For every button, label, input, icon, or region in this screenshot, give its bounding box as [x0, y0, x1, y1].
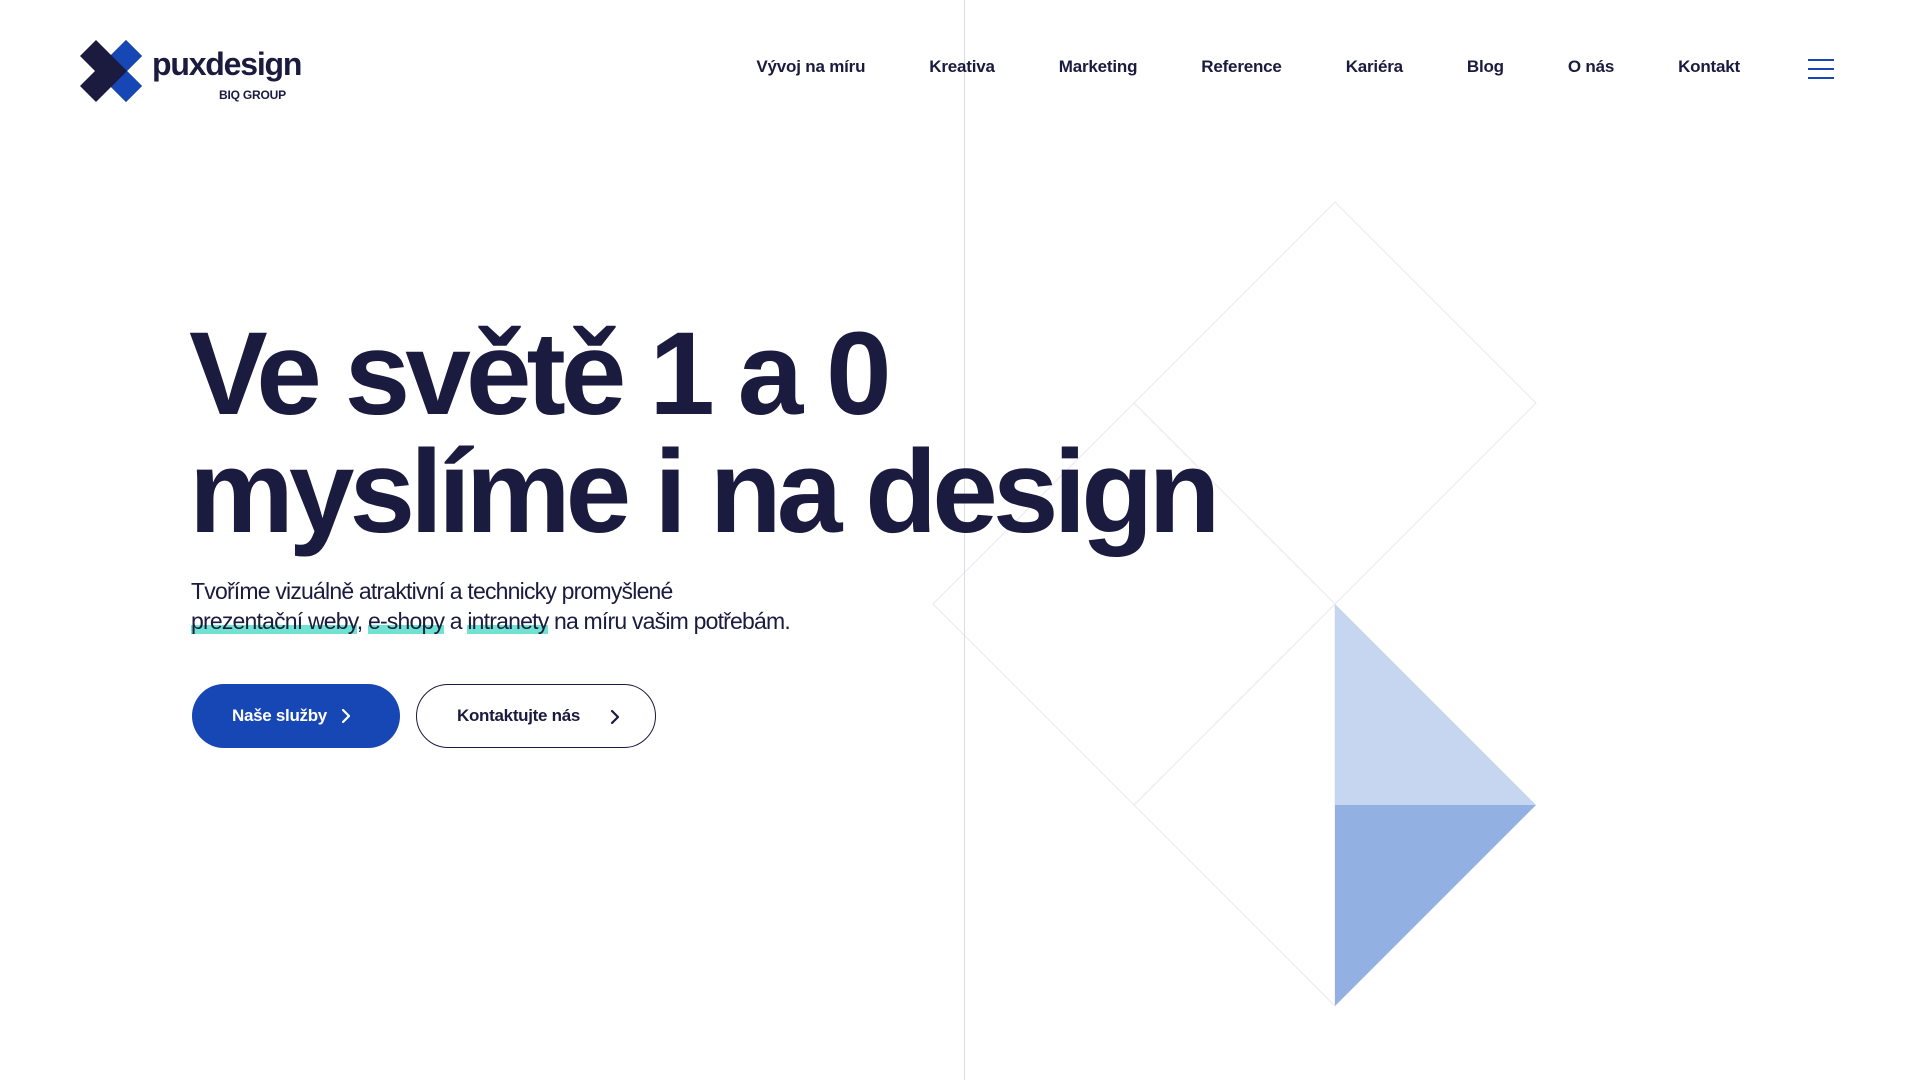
nav-item-blog[interactable]: Blog: [1467, 57, 1504, 77]
hero-title-line-2: myslíme i na design: [189, 426, 1220, 558]
nav-item-reference[interactable]: Reference: [1201, 57, 1282, 77]
nav-item-kontakt[interactable]: Kontakt: [1678, 57, 1740, 77]
subtitle-conjunction: a: [449, 608, 463, 634]
nase-sluzby-label: Naše služby: [232, 706, 327, 725]
nav-item-kariera[interactable]: Kariéra: [1346, 57, 1403, 77]
link-e-shopy[interactable]: e-shopy: [367, 608, 445, 634]
hero-title: Ve světě 1 a 0 myslíme i na design: [189, 308, 1220, 558]
site-header: puxdesign BIQ GROUP Vývoj na míru Kreati…: [0, 0, 1920, 140]
nav-item-vyvoj-na-miru[interactable]: Vývoj na míru: [756, 57, 865, 77]
x-logo-icon: [80, 40, 142, 102]
nase-sluzby-button[interactable]: Naše služby: [192, 684, 400, 748]
chevron-right-icon: [610, 709, 620, 725]
subtitle-separator: ,: [356, 608, 363, 634]
logo-link[interactable]: puxdesign BIQ GROUP: [80, 40, 302, 104]
kontaktujte-nas-button[interactable]: Kontaktujte nás: [416, 684, 656, 748]
nav-item-marketing[interactable]: Marketing: [1059, 57, 1138, 77]
page: puxdesign BIQ GROUP Vývoj na míru Kreati…: [0, 0, 1920, 1080]
mid-blue-triangle: [1335, 805, 1536, 1006]
hero-subtitle: Tvoříme vizuálně atraktivní a technicky …: [191, 576, 791, 636]
logo-wordmark: puxdesign: [152, 46, 302, 82]
hamburger-menu-icon[interactable]: [1808, 59, 1834, 79]
hero-subtitle-line-1: Tvoříme vizuálně atraktivní a technicky …: [191, 578, 673, 604]
nav-item-o-nas[interactable]: O nás: [1568, 57, 1614, 77]
link-intranety[interactable]: intranety: [467, 608, 549, 634]
light-blue-triangle: [1335, 604, 1536, 805]
main-nav: Vývoj na míru Kreativa Marketing Referen…: [756, 57, 1740, 77]
nav-item-kreativa[interactable]: Kreativa: [929, 57, 995, 77]
logo-subtitle: BIQ GROUP: [219, 88, 286, 102]
chevron-right-icon: [341, 708, 351, 724]
link-prezentacni-weby[interactable]: prezentační weby: [191, 608, 358, 634]
outline-diamond-bottom: [1133, 602, 1336, 1008]
hero-title-line-1: Ve světě 1 a 0: [189, 308, 892, 440]
kontaktujte-nas-label: Kontaktujte nás: [457, 706, 581, 725]
subtitle-ending: na míru vašim potřebám.: [553, 608, 791, 634]
